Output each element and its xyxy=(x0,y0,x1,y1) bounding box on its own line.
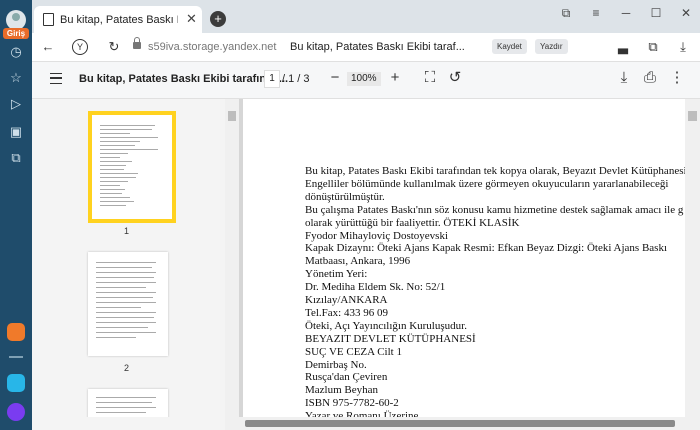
thumbnail-number: 2 xyxy=(124,363,130,373)
tab-title: Bu kitap, Patates Baskı Ekibi xyxy=(60,14,178,26)
maximize-icon[interactable]: ☐ xyxy=(647,6,665,20)
app-launcher-icon[interactable] xyxy=(7,323,25,341)
browser-sidebar: Giriş ◷ ☆ ▷ ▣ ⧉ xyxy=(0,0,32,430)
reload-icon[interactable]: ↻ xyxy=(106,39,122,55)
page-thumbnail[interactable] xyxy=(88,111,176,223)
tab-strip: Bu kitap, Patates Baskı Ekibi ✕ + ⧉ ≡ ─ … xyxy=(32,0,700,33)
tabs-overview-icon[interactable]: ⧉ xyxy=(557,6,575,21)
page-text-line: Rusça'dan Çeviren xyxy=(305,371,388,384)
page-text-line: Tel.Fax: 433 96 09 xyxy=(305,306,388,319)
extensions-icon[interactable]: ⧉ xyxy=(645,39,661,55)
close-window-icon[interactable]: ✕ xyxy=(677,6,695,20)
page-text-line: olarak yürüttüğü bir faaliyettir. ÖTEKİ … xyxy=(305,216,520,229)
page-text-line: Dr. Mediha Eldem Sk. No: 52/1 xyxy=(305,281,446,294)
page-text-line: Yazar ve Romanı Üzerine xyxy=(305,410,419,417)
print-icon[interactable]: ⎙ xyxy=(642,70,658,86)
page-number-input[interactable]: 1 xyxy=(264,70,280,88)
page-text-line: Fyodor Mihayloviç Dostoyevski xyxy=(305,229,448,242)
messenger-icon[interactable] xyxy=(7,374,25,392)
minimize-icon[interactable]: ─ xyxy=(617,6,635,20)
page-text-line: Kızılay/ANKARA xyxy=(305,294,388,306)
document-vertical-scrollbar[interactable] xyxy=(685,99,700,417)
rotate-icon[interactable]: ↺ xyxy=(447,70,463,86)
document-horizontal-scrollbar[interactable] xyxy=(225,417,700,430)
page-thumbnail[interactable] xyxy=(88,389,168,417)
address-bar: ← Y ↻ s59iva.storage.yandex.net Bu kitap… xyxy=(32,33,700,62)
page-thumbnail[interactable] xyxy=(88,252,168,356)
thumbnail-scrollbar[interactable] xyxy=(225,99,239,417)
menu-icon[interactable]: ≡ xyxy=(587,6,605,20)
more-options-icon[interactable]: ⋮ xyxy=(669,70,685,86)
pdf-document-title: Bu kitap, Patates Baskı Ekibi tarafında.… xyxy=(79,73,289,85)
thumbnail-number: 1 xyxy=(124,226,130,236)
print-button[interactable]: Yazdır xyxy=(535,39,568,54)
media-play-icon[interactable]: ▷ xyxy=(8,96,24,112)
page-title[interactable]: Bu kitap, Patates Baskı Ekibi taraf... xyxy=(290,41,465,53)
page-text-line: SUÇ VE CEZA Cilt 1 xyxy=(305,345,402,358)
page-text-line: Bu kitap, Patates Baskı Ekibi tarafından… xyxy=(305,165,685,177)
zoom-level[interactable]: 100% xyxy=(347,72,381,86)
save-button[interactable]: Kaydet xyxy=(492,39,527,54)
download-pdf-icon[interactable]: ⤓ xyxy=(616,70,632,86)
url-host[interactable]: s59iva.storage.yandex.net xyxy=(148,41,276,53)
download-icon[interactable]: ⤓ xyxy=(675,39,691,55)
history-icon[interactable]: ◷ xyxy=(8,44,24,60)
page-total: / 1 / 3 xyxy=(282,73,310,85)
pdf-toolbar: Bu kitap, Patates Baskı Ekibi tarafında.… xyxy=(32,62,700,99)
panel-footer xyxy=(32,417,225,430)
close-tab-icon[interactable]: ✕ xyxy=(186,11,197,27)
yandex-logo-icon[interactable]: Y xyxy=(72,39,88,55)
sidebar-divider xyxy=(9,356,23,358)
page-text-line: Mazlum Beyhan xyxy=(305,384,379,397)
browser-tab[interactable]: Bu kitap, Patates Baskı Ekibi ✕ xyxy=(34,6,202,33)
back-arrow-icon[interactable]: ← xyxy=(40,39,56,55)
download-indicator-icon[interactable]: ▃ xyxy=(615,39,631,55)
page-text-line: BEYAZIT DEVLET KÜTÜPHANESİ xyxy=(305,332,476,345)
pdf-page: Bu kitap, Patates Baskı Ekibi tarafından… xyxy=(243,99,685,417)
document-viewer[interactable]: Bu kitap, Patates Baskı Ekibi tarafından… xyxy=(239,99,685,417)
page-text-line: ISBN 975-7782-60-2 xyxy=(305,397,399,410)
page-text-line: Demirbaş No. xyxy=(305,358,367,371)
zoom-out-button[interactable]: − xyxy=(327,70,343,86)
page-text-line: Engelliler bölümünde kullanılmak üzere g… xyxy=(305,177,669,190)
page-text-line: dönüştürülmüştür. xyxy=(305,190,385,203)
bookmarks-star-icon[interactable]: ☆ xyxy=(8,70,24,86)
page-text-line: Kapak Dizaynı: Öteki Ajans Kapak Resmi: … xyxy=(305,242,668,255)
fit-page-icon[interactable]: ⛶ xyxy=(422,70,438,86)
screenshot-icon[interactable]: ⧉ xyxy=(8,150,24,166)
alice-assistant-icon[interactable] xyxy=(7,403,25,421)
lock-icon[interactable] xyxy=(133,37,141,49)
thumbnail-panel: 1 2 xyxy=(32,99,225,417)
profile-avatar[interactable] xyxy=(6,10,26,30)
page-text-line: Matbaası, Ankara, 1996 xyxy=(305,255,411,268)
zoom-in-button[interactable]: + xyxy=(387,70,403,86)
calendar-icon[interactable]: ▣ xyxy=(8,124,24,140)
page-text-line: Bu çalışma Patates Baskı'nın söz konusu … xyxy=(305,203,684,216)
login-badge[interactable]: Giriş xyxy=(3,28,29,39)
new-tab-button[interactable]: + xyxy=(210,11,226,27)
page-text-line: Yönetim Yeri: xyxy=(305,268,368,281)
page-text-line: Öteki, Açı Yayıncılığın Kuruluşudur. xyxy=(305,319,467,332)
document-icon xyxy=(43,13,54,26)
hamburger-menu-icon[interactable] xyxy=(50,73,62,84)
